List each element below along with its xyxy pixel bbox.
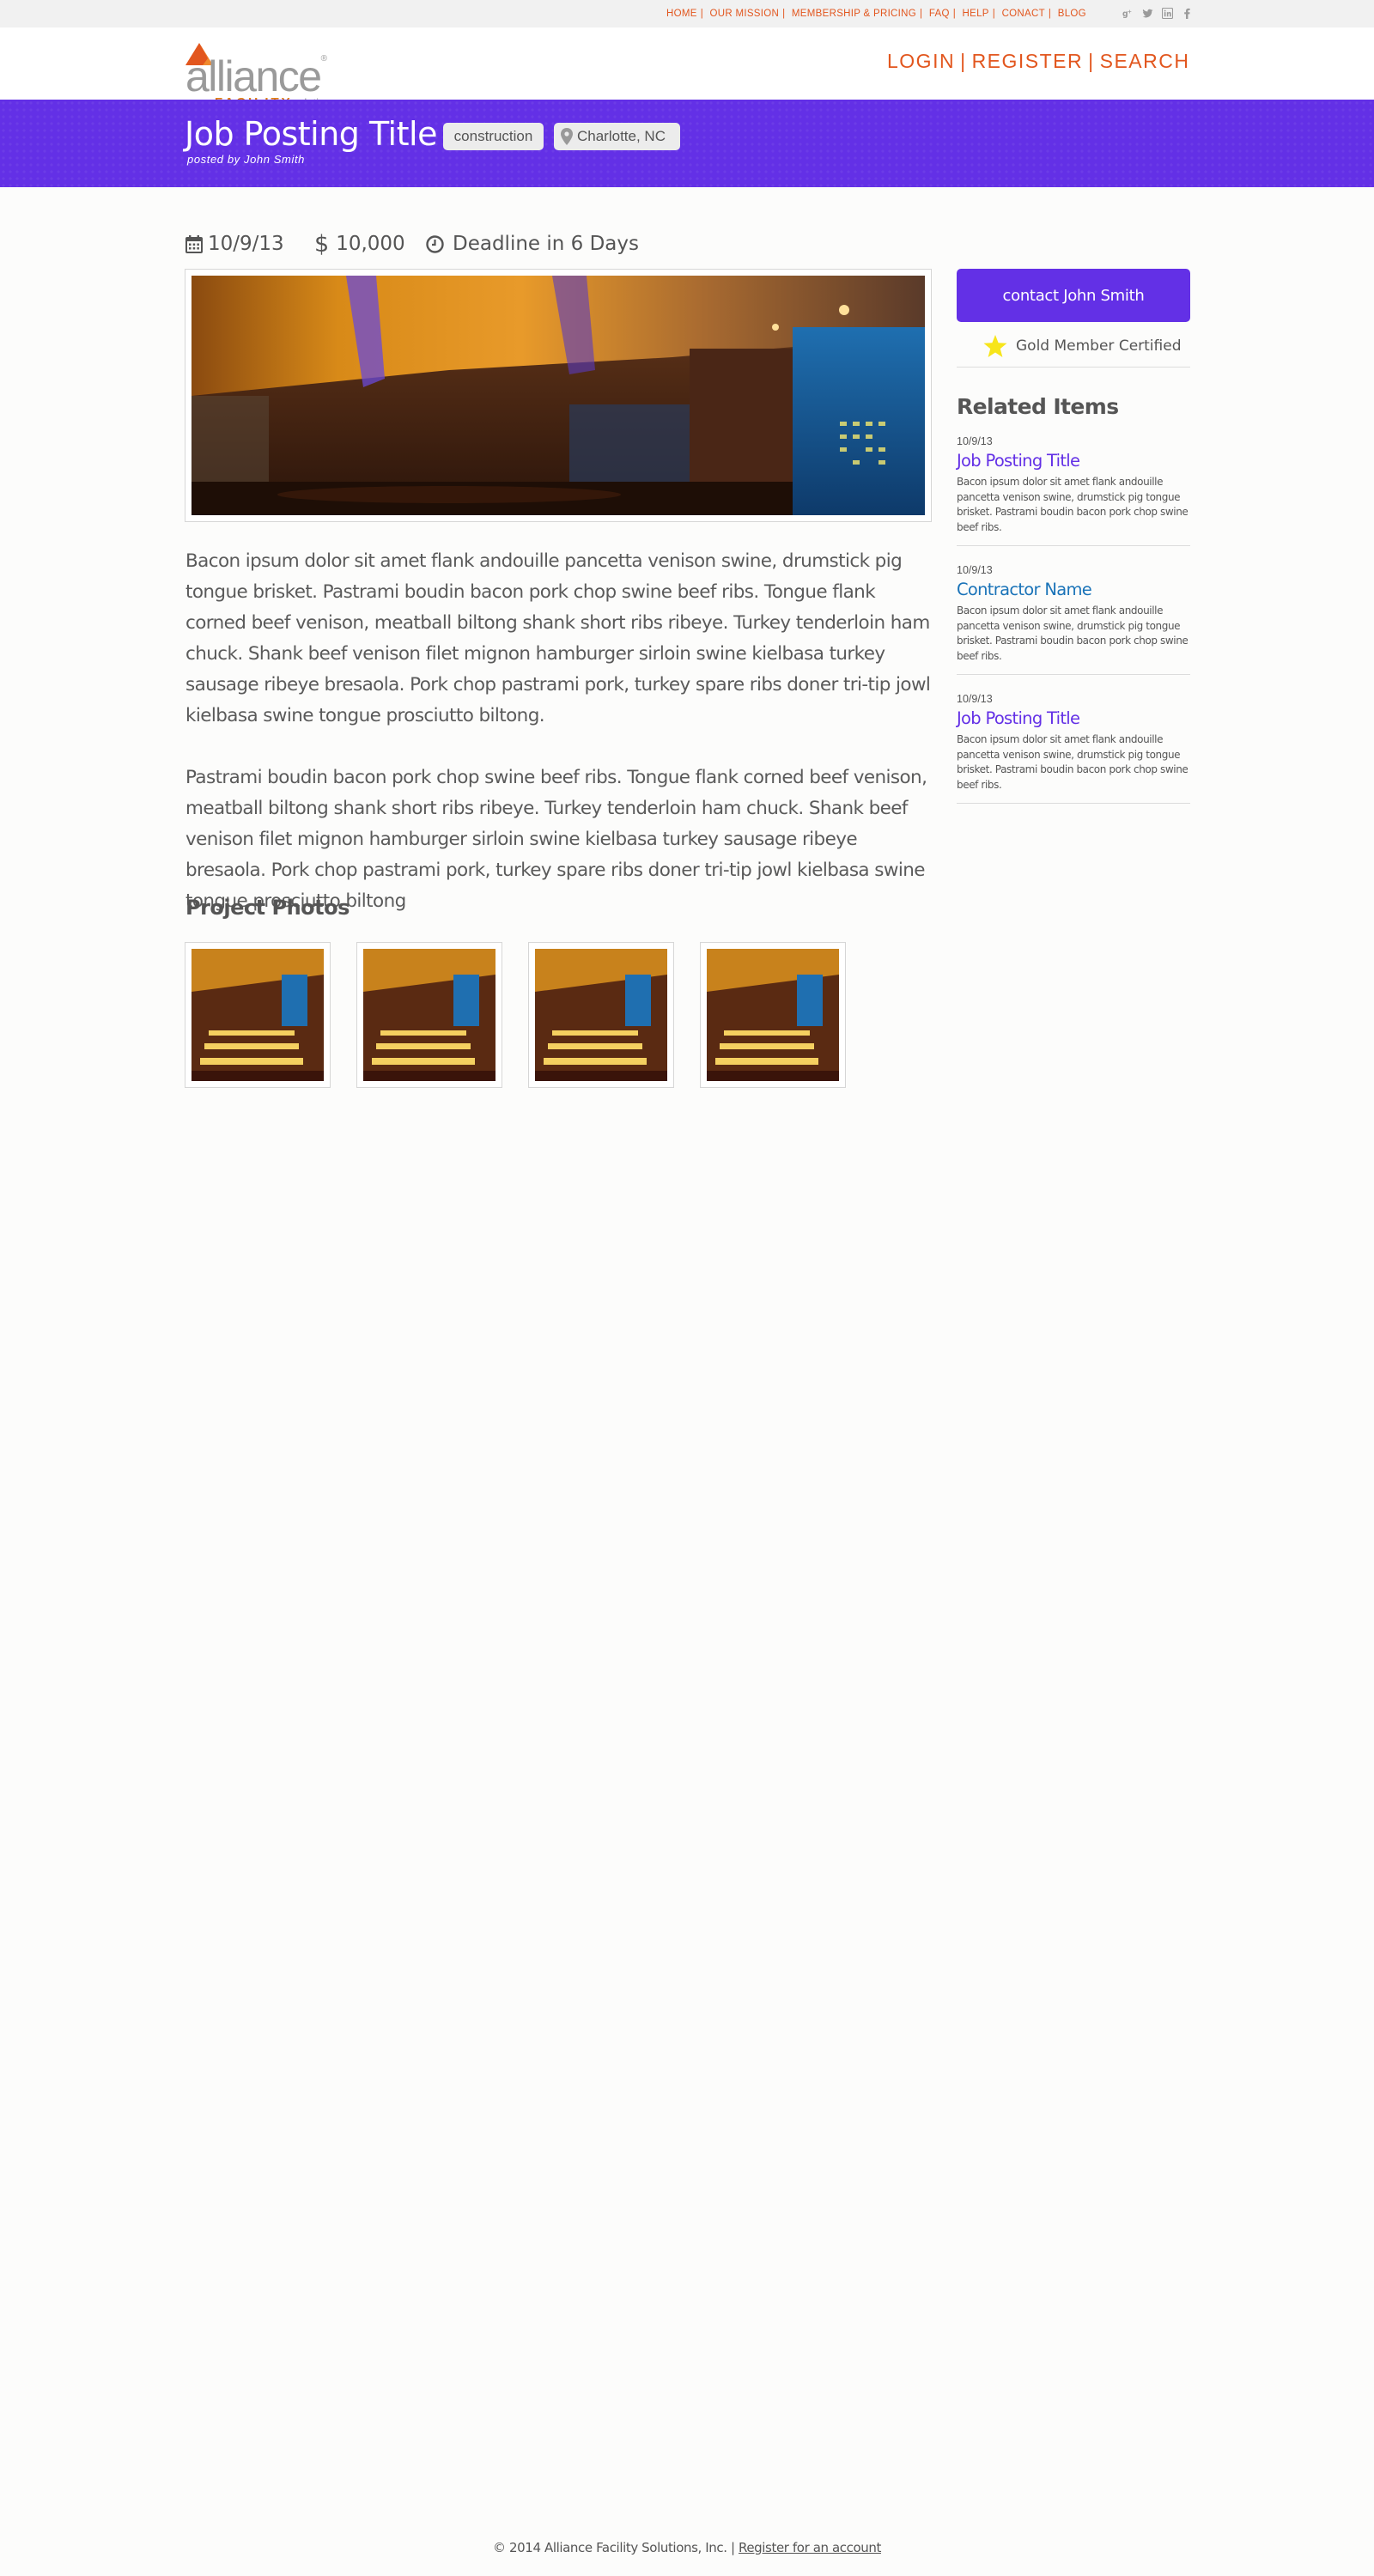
description-paragraph: Bacon ipsum dolor sit amet flank andouil… [185,550,931,726]
twitter-icon[interactable] [1141,7,1153,19]
divider [957,803,1190,804]
top-nav-home[interactable]: HOME [666,9,697,19]
facebook-icon[interactable] [1181,7,1193,19]
related-item: 10/9/13 Job Posting Title Bacon ipsum do… [957,434,1190,535]
top-nav-separator: | [952,9,957,19]
main-nav-separator: | [960,50,967,72]
top-nav: HOME | OUR MISSION | MEMBERSHIP & PRICING |… [666,9,1086,19]
calendar-icon [185,234,203,253]
search-link[interactable]: SEARCH [1100,50,1190,72]
project-photo-thumbnail[interactable] [356,942,502,1088]
logo-trademark: ® [320,54,327,64]
map-pin-icon [561,128,573,145]
job-description: Bacon ipsum dolor sit amet flank andouil… [185,546,934,948]
project-photo [363,949,495,1081]
job-meta: 10/9/13 $ 10,000 Deadline in 6 Days [185,230,639,258]
related-item: 10/9/13 Contractor Name Bacon ipsum dolo… [957,563,1190,664]
meta-date: 10/9/13 [185,233,314,255]
meta-price: $ 10,000 [314,231,426,258]
divider [957,545,1190,546]
divider [957,674,1190,675]
related-item-title[interactable]: Job Posting Title [957,450,1190,472]
top-nav-separator: | [782,9,786,19]
posted-by: posted by John Smith [187,153,306,166]
star-icon [983,334,1007,357]
project-photo-thumbnail[interactable] [700,942,846,1088]
related-item-date: 10/9/13 [957,693,993,705]
office-interior-photo [192,276,925,515]
related-item-title[interactable]: Contractor Name [957,579,1190,601]
related-item-title[interactable]: Job Posting Title [957,708,1190,730]
page-title: Job Posting Title [185,115,437,153]
related-item-excerpt: Bacon ipsum dolor sit amet flank andouil… [957,605,1189,662]
top-nav-separator: | [700,9,703,19]
project-photo [535,949,667,1081]
top-nav-separator: | [1048,9,1052,19]
top-nav-contact[interactable]: CONACT [1002,9,1045,19]
project-photo [707,949,839,1081]
top-nav-membership-pricing[interactable]: MEMBERSHIP & PRICING [792,9,916,19]
job-hero-image[interactable] [185,269,932,522]
meta-price-value: 10,000 [336,233,405,255]
logo-word: alliance [185,52,322,100]
project-photo-thumbnail[interactable] [528,942,674,1088]
location-tag-label: Charlotte, NC [577,128,666,144]
category-tag-label: construction [453,128,533,144]
main-nav: LOGIN | REGISTER | SEARCH [887,50,1189,73]
logo-wordmark: alliance® [185,52,327,100]
main-nav-separator: | [1088,50,1095,72]
google-plus-icon[interactable]: g + [1122,7,1134,19]
top-nav-faq[interactable]: FAQ [929,9,950,19]
related-item-date: 10/9/13 [957,564,993,576]
project-photos-heading: Project Photos [185,896,350,920]
register-link[interactable]: REGISTER [972,50,1084,72]
gold-member-label: Gold Member Certified [1016,337,1182,355]
svg-text:+: + [1127,8,1131,15]
project-photos-gallery [185,942,846,1088]
top-nav-blog[interactable]: BLOG [1058,9,1086,19]
meta-date-value: 10/9/13 [208,233,284,255]
top-utility-bar: HOME | OUR MISSION | MEMBERSHIP & PRICING |… [0,0,1374,27]
description-paragraph: Pastrami boudin bacon pork chop swine be… [185,767,927,912]
meta-deadline: Deadline in 6 Days [426,233,639,255]
project-photo-thumbnail[interactable] [185,942,331,1088]
login-link[interactable]: LOGIN [887,50,955,72]
top-nav-separator: | [920,9,923,19]
linkedin-icon[interactable] [1161,7,1173,19]
related-item-excerpt: Bacon ipsum dolor sit amet flank andouil… [957,476,1189,533]
register-account-link[interactable]: Register for an account [739,2540,881,2555]
category-tag[interactable]: construction [443,123,544,150]
clock-icon [426,234,444,253]
contact-button[interactable]: contact John Smith [957,269,1190,322]
top-nav-separator: | [992,9,996,19]
related-item-date: 10/9/13 [957,435,993,447]
related-items-heading: Related Items [957,394,1119,419]
meta-deadline-value: Deadline in 6 Days [453,233,639,255]
top-nav-help[interactable]: HELP [963,9,989,19]
gold-member-badge: Gold Member Certified [983,331,1182,361]
job-banner: Job Posting Title posted by John Smith c… [0,100,1374,187]
dollar-icon: $ [314,230,330,258]
location-tag[interactable]: Charlotte, NC [554,123,680,150]
footer-copyright: © 2014 Alliance Facility Solutions, Inc.… [493,2540,739,2555]
related-item: 10/9/13 Job Posting Title Bacon ipsum do… [957,692,1190,793]
site-footer: © 2014 Alliance Facility Solutions, Inc.… [0,2540,1374,2555]
related-item-excerpt: Bacon ipsum dolor sit amet flank andouil… [957,733,1189,791]
social-links: g + [1122,7,1193,19]
divider [957,367,1190,368]
top-nav-our-mission[interactable]: OUR MISSION [710,9,780,19]
project-photo [192,949,324,1081]
site-header: alliance® FACILITYsolutions LOGIN|REGIST… [0,27,1374,109]
